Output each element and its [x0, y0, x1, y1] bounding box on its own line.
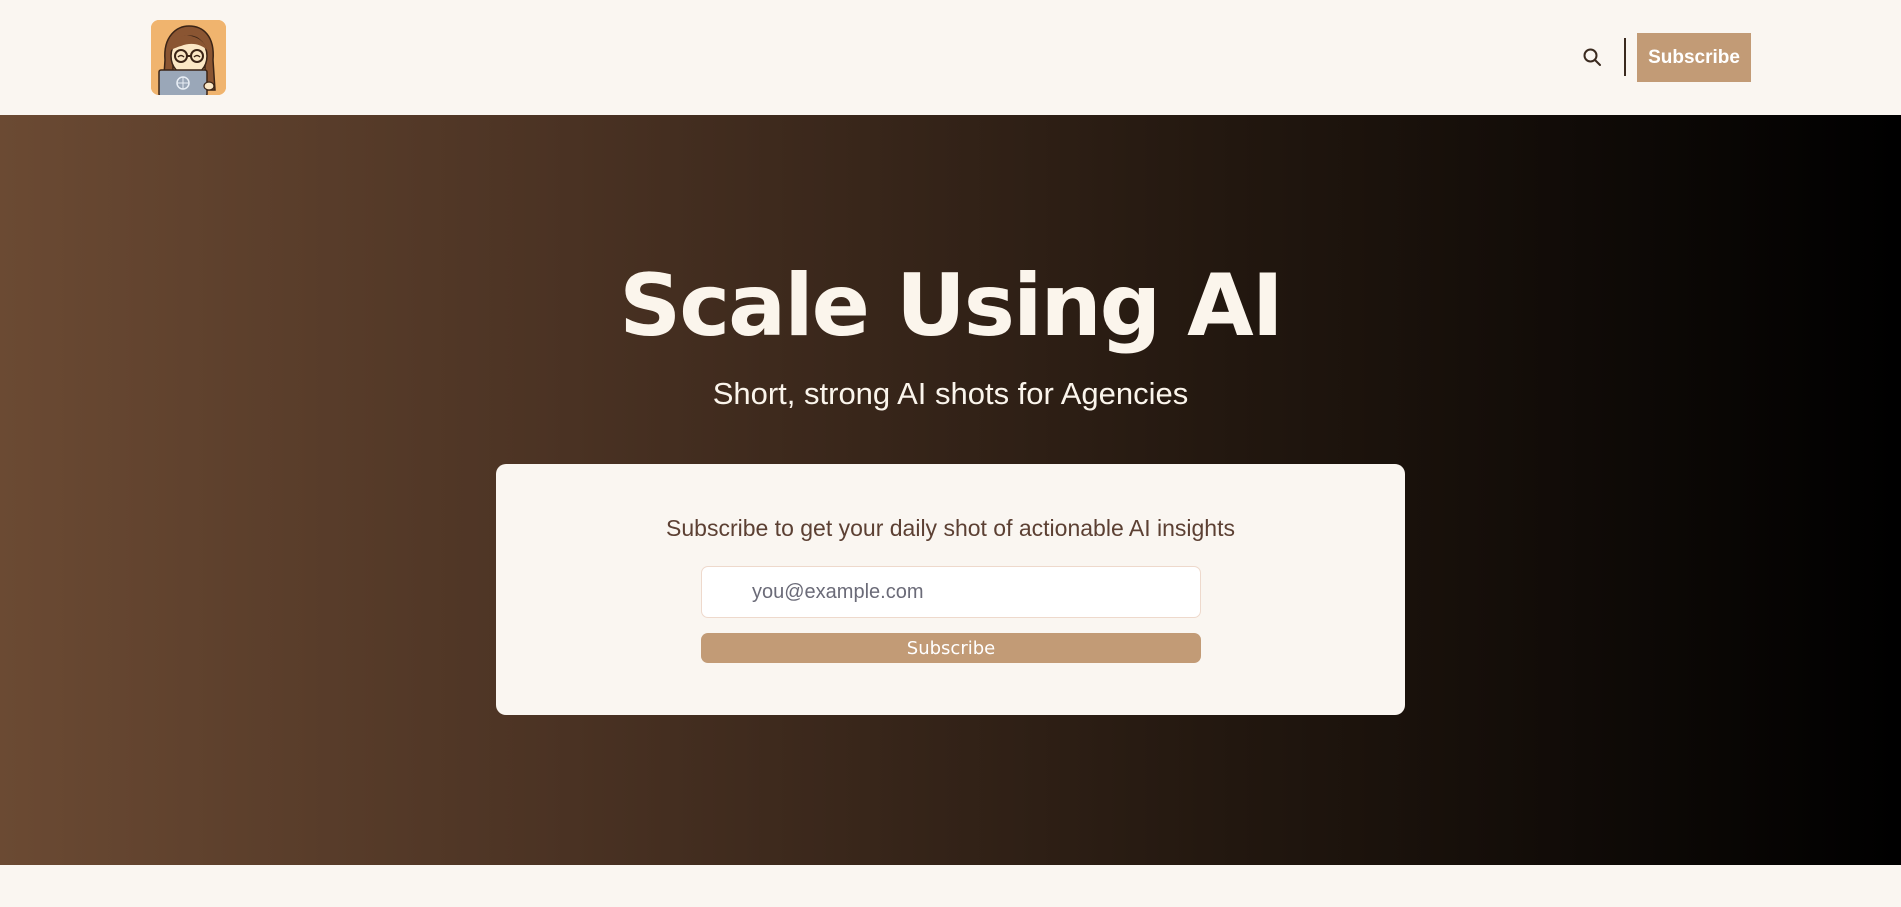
header-subscribe-button[interactable]: Subscribe: [1637, 33, 1751, 82]
email-input[interactable]: [701, 566, 1201, 618]
site-header: Subscribe: [0, 0, 1901, 115]
signup-card: Subscribe to get your daily shot of acti…: [496, 464, 1405, 715]
site-logo[interactable]: [151, 20, 226, 95]
search-button[interactable]: [1580, 45, 1604, 69]
search-icon: [1583, 48, 1601, 66]
hero-section: Scale Using AI Short, strong AI shots fo…: [0, 115, 1901, 865]
hero-title: Scale Using AI: [619, 256, 1283, 356]
avatar-logo-icon: [151, 20, 226, 95]
header-divider: [1624, 38, 1626, 76]
signup-subscribe-button[interactable]: Subscribe: [701, 633, 1201, 663]
hero-subtitle: Short, strong AI shots for Agencies: [712, 376, 1189, 411]
signup-prompt: Subscribe to get your daily shot of acti…: [666, 515, 1235, 541]
